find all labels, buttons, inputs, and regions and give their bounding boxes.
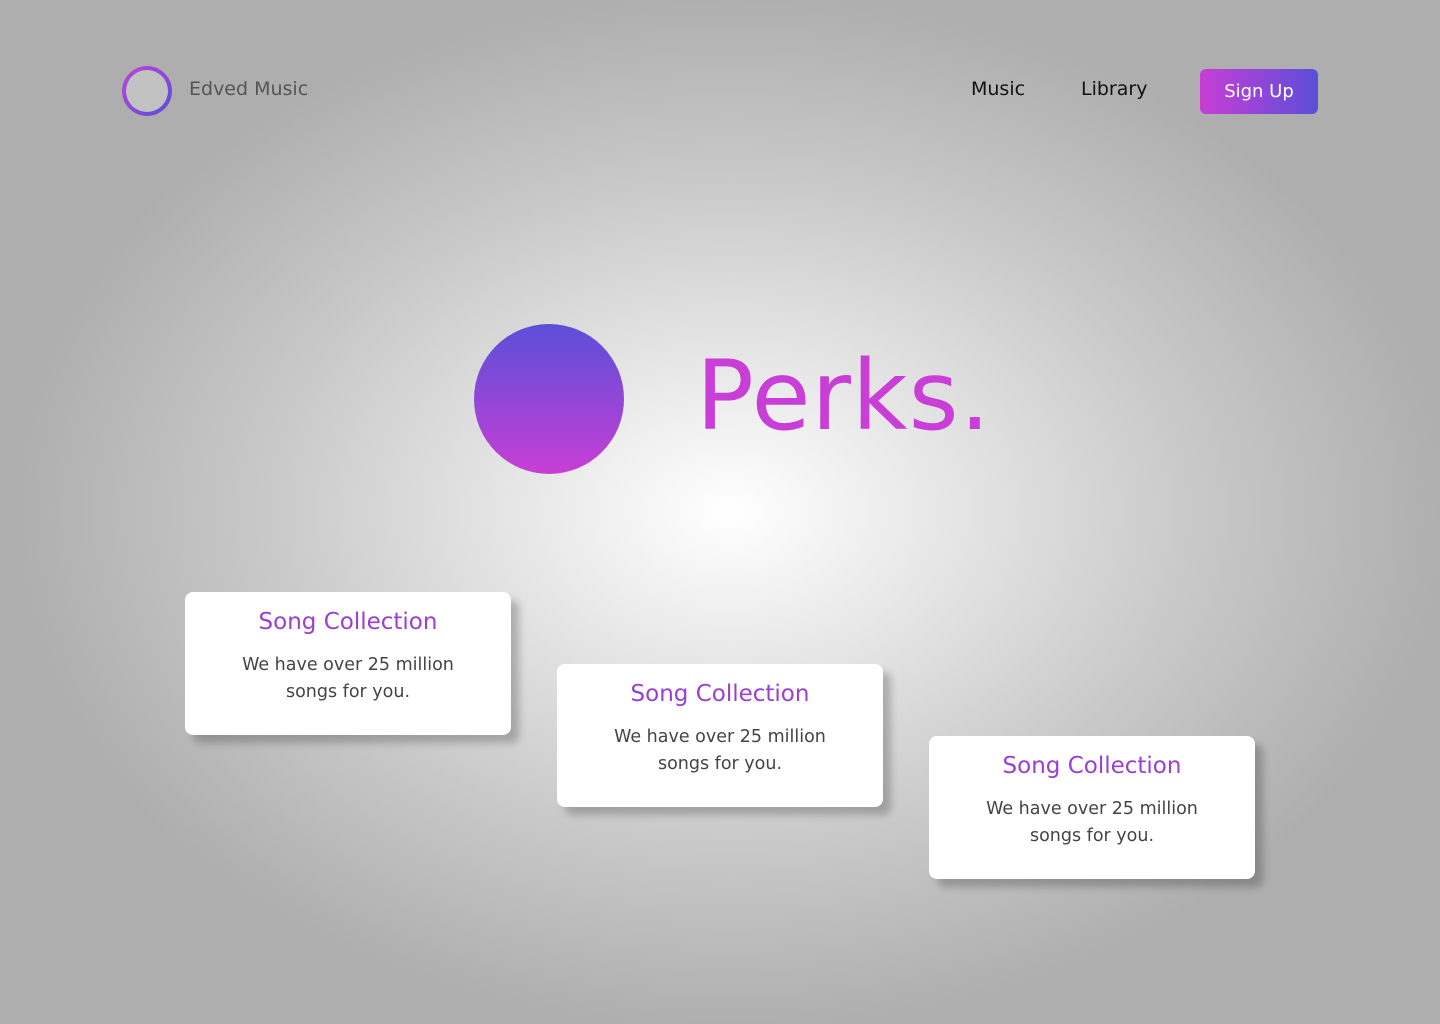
perk-card-text: We have over 25 million songs for you. — [986, 798, 1198, 846]
nav-music[interactable]: Music — [971, 78, 1025, 100]
nav-library[interactable]: Library — [1081, 78, 1147, 100]
soundwave-icon — [126, 70, 168, 112]
perk-card-title: Song Collection — [258, 609, 438, 635]
brand-name[interactable]: Edved Music — [189, 78, 308, 100]
perk-card-text: We have over 25 million songs for you. — [614, 726, 826, 774]
perk-card-title: Song Collection — [630, 681, 810, 707]
perk-card: Song Collection We have over 25 million … — [557, 664, 883, 807]
perk-card: Song Collection We have over 25 million … — [929, 736, 1255, 879]
sign-up-button[interactable]: Sign Up — [1200, 69, 1318, 114]
page-title: Perks. — [696, 340, 992, 452]
logo[interactable] — [122, 66, 172, 116]
gradient-orb — [474, 324, 624, 474]
perk-card-text: We have over 25 million songs for you. — [242, 654, 454, 702]
perk-card-title: Song Collection — [1002, 753, 1182, 779]
perk-card: Song Collection We have over 25 million … — [185, 592, 511, 735]
